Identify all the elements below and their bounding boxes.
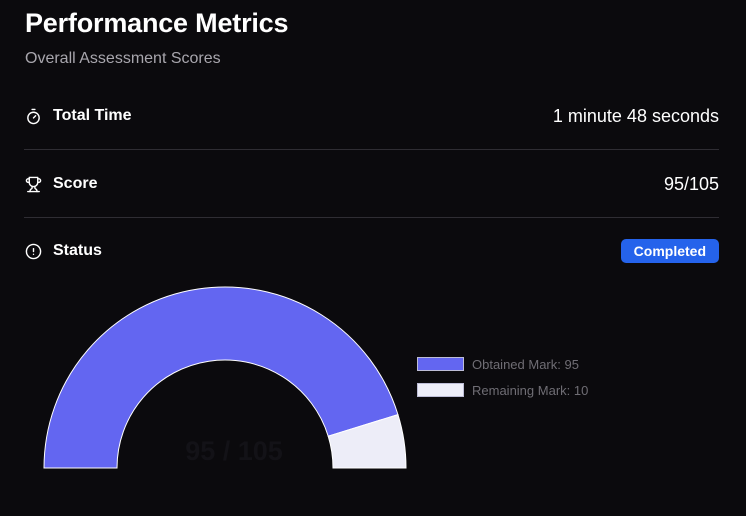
legend-swatch-obtained	[417, 357, 464, 371]
total-time-label: Total Time	[53, 107, 132, 124]
score-value: 95/105	[663, 173, 719, 194]
total-time-value: 1 minute 48 seconds	[552, 105, 719, 126]
page-title: Performance Metrics	[25, 8, 289, 38]
legend-swatch-remaining	[417, 383, 464, 397]
status-badge: Completed	[620, 239, 719, 263]
divider	[24, 217, 719, 218]
score-label: Score	[53, 175, 98, 192]
legend-label-remaining: Remaining Mark: 10	[472, 382, 589, 398]
stopwatch-icon	[24, 107, 42, 125]
metric-row-total-time: Total Time 1 minute 48 seconds	[24, 103, 719, 129]
metric-row-status: Status Completed	[24, 238, 719, 264]
legend-item-remaining: Remaining Mark: 10	[417, 380, 588, 400]
trophy-icon	[24, 175, 42, 193]
performance-metrics-panel: Performance Metrics Overall Assessment S…	[0, 0, 746, 516]
legend-label-obtained: Obtained Mark: 95	[472, 356, 579, 372]
page-subtitle: Overall Assessment Scores	[25, 50, 221, 67]
chart-legend: Obtained Mark: 95 Remaining Mark: 10	[417, 354, 588, 406]
score-gauge-chart: 95 / 105	[43, 286, 407, 469]
alert-circle-icon	[24, 242, 42, 260]
legend-item-obtained: Obtained Mark: 95	[417, 354, 588, 374]
divider	[24, 149, 719, 150]
metric-row-score: Score 95/105	[24, 171, 719, 197]
gauge-center-label: 95 / 105	[185, 436, 283, 466]
status-label: Status	[53, 242, 102, 259]
